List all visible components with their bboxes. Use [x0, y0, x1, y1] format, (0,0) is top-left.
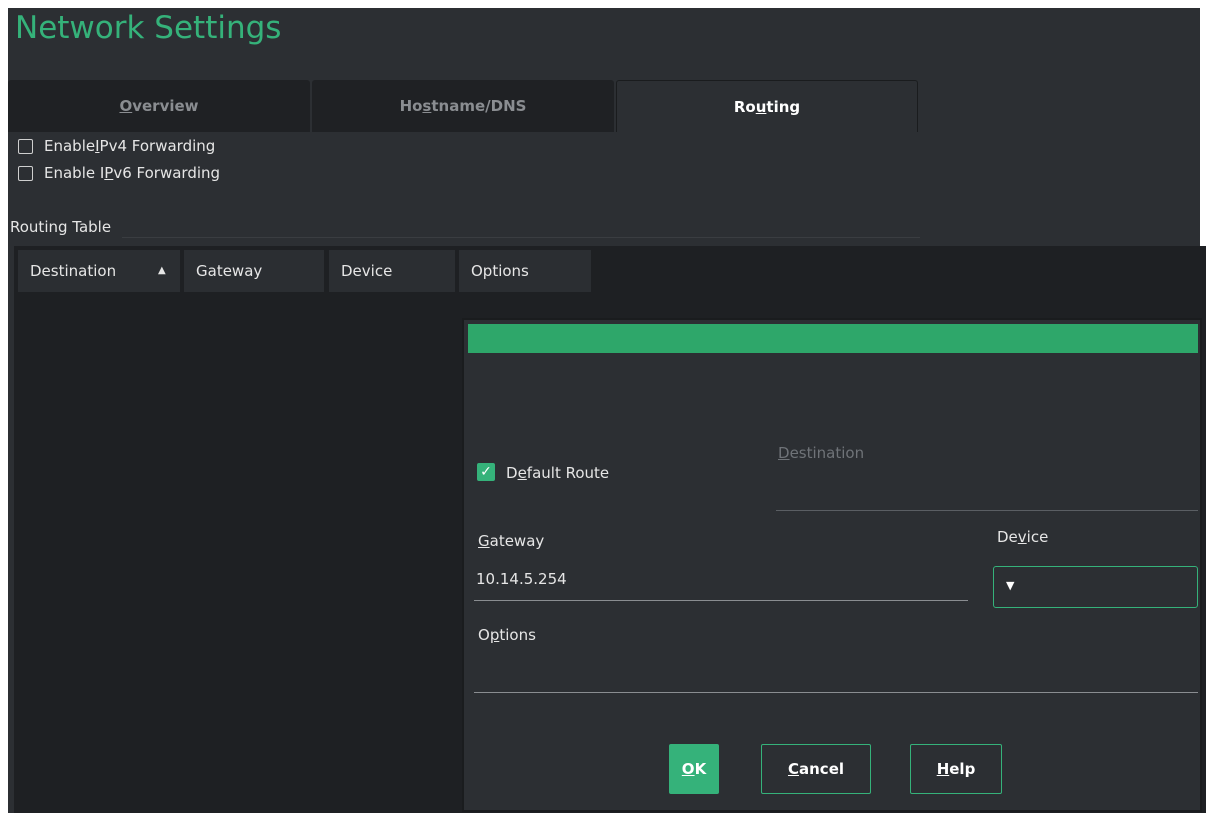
checkbox-label: v6 Forwarding — [113, 164, 221, 182]
ipv4-forwarding-checkbox[interactable] — [18, 138, 33, 154]
label-accel: p — [489, 626, 500, 644]
label-part: tions — [499, 626, 536, 644]
label-part: estination — [789, 444, 865, 462]
ipv6-forwarding-checkbox[interactable] — [18, 165, 33, 181]
destination-label: Destination — [778, 444, 864, 462]
tab-accel: u — [755, 97, 767, 116]
label-accel: G — [478, 532, 490, 550]
button-accel: O — [681, 760, 695, 778]
options-underline — [474, 692, 1198, 693]
options-label: Options — [478, 626, 536, 644]
label-accel: v — [1017, 528, 1027, 546]
default-route-label[interactable]: Default Route — [506, 464, 609, 482]
column-header-label: Device — [341, 262, 393, 280]
sort-ascending-icon: ▲ — [158, 265, 166, 276]
tab-accel: s — [422, 97, 432, 115]
label-accel: e — [517, 464, 527, 482]
tab-label-post: verview — [132, 97, 199, 115]
page-title: Network Settings — [15, 10, 282, 46]
button-label: ancel — [799, 760, 845, 778]
column-header-label: Options — [471, 262, 529, 280]
tab-label-post: tname/DNS — [431, 97, 527, 115]
dialog-header — [468, 324, 1198, 353]
cancel-button[interactable]: Cancel — [761, 744, 871, 794]
gateway-input[interactable]: 10.14.5.254 — [476, 570, 567, 588]
chevron-down-icon: ▼ — [1006, 579, 1015, 592]
label-part: O — [478, 626, 490, 644]
button-accel: H — [936, 760, 950, 778]
button-label: K — [694, 760, 707, 778]
device-label: Device — [997, 528, 1048, 546]
tab-hostname-dns[interactable]: Ho s tname/DNS — [312, 80, 614, 132]
label-part: fault Route — [526, 464, 610, 482]
column-header-device[interactable]: Device — [329, 250, 455, 292]
ipv6-forwarding-option[interactable]: Enable I Pv6 Forwarding — [18, 164, 220, 182]
ipv4-forwarding-option[interactable]: Enable I Pv4 Forwarding — [18, 137, 215, 155]
ok-button[interactable]: OK — [669, 744, 719, 794]
tab-overview[interactable]: Overview — [8, 80, 310, 132]
button-label: elp — [949, 760, 976, 778]
checkbox-accel: P — [104, 164, 114, 182]
column-header-label: Destination — [30, 262, 117, 280]
column-header-destination[interactable]: Destination ▲ — [18, 250, 180, 292]
device-dropdown[interactable]: ▼ — [993, 566, 1198, 608]
checkbox-label: Enable — [44, 137, 96, 155]
tab-label-pre: Ro — [733, 97, 756, 116]
help-button[interactable]: Help — [910, 744, 1002, 794]
button-accel: C — [787, 760, 799, 778]
gateway-underline — [474, 600, 968, 601]
label-part: De — [997, 528, 1018, 546]
checkbox-label: Enable I — [44, 164, 105, 182]
routing-table-label: Routing Table — [10, 218, 112, 236]
tab-accel: O — [119, 97, 133, 115]
label-accel: D — [778, 444, 790, 462]
tab-routing[interactable]: Ro u ting — [616, 80, 918, 132]
destination-underline — [776, 510, 1198, 511]
section-divider — [122, 237, 920, 238]
label-part: D — [506, 464, 518, 482]
tab-bar: Overview Ho s tname/DNS Ro u ting — [8, 80, 920, 132]
route-dialog: ✓ Default Route Destination Gateway 10.1… — [462, 318, 1202, 812]
tab-label-post: ting — [766, 97, 801, 116]
label-part: ice — [1026, 528, 1049, 546]
checkbox-label: Pv4 Forwarding — [99, 137, 216, 155]
gateway-label: Gateway — [478, 532, 544, 550]
column-header-label: Gateway — [196, 262, 263, 280]
column-header-options[interactable]: Options — [459, 250, 591, 292]
default-route-checkbox[interactable]: ✓ — [477, 463, 495, 481]
column-header-gateway[interactable]: Gateway — [184, 250, 324, 292]
tab-label-pre: Ho — [399, 97, 423, 115]
label-part: ateway — [489, 532, 545, 550]
